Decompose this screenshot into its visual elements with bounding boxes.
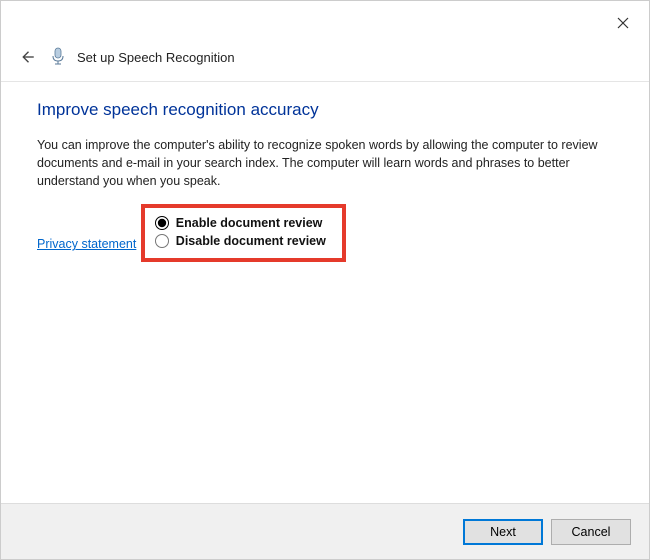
enable-radio-label: Enable document review <box>176 216 323 230</box>
disable-radio-label: Disable document review <box>176 234 326 248</box>
footer-bar: Next Cancel <box>1 503 649 559</box>
close-button[interactable] <box>609 9 637 37</box>
content-area: Improve speech recognition accuracy You … <box>1 82 649 503</box>
header-row: Set up Speech Recognition <box>1 45 649 77</box>
microphone-icon <box>49 46 67 68</box>
wizard-window: Set up Speech Recognition Improve speech… <box>0 0 650 560</box>
titlebar <box>1 1 649 45</box>
page-heading: Improve speech recognition accuracy <box>37 100 613 120</box>
enable-document-review-option[interactable]: Enable document review <box>155 214 326 232</box>
cancel-button[interactable]: Cancel <box>551 519 631 545</box>
back-button[interactable] <box>15 45 39 69</box>
next-button[interactable]: Next <box>463 519 543 545</box>
disable-document-review-option[interactable]: Disable document review <box>155 232 326 250</box>
close-icon <box>617 17 629 29</box>
back-arrow-icon <box>18 48 36 66</box>
page-description: You can improve the computer's ability t… <box>37 136 607 190</box>
window-title: Set up Speech Recognition <box>77 50 235 65</box>
document-review-radio-group: Enable document review Disable document … <box>141 204 346 262</box>
enable-radio-input[interactable] <box>155 216 169 230</box>
disable-radio-input[interactable] <box>155 234 169 248</box>
privacy-statement-link[interactable]: Privacy statement <box>37 237 136 251</box>
